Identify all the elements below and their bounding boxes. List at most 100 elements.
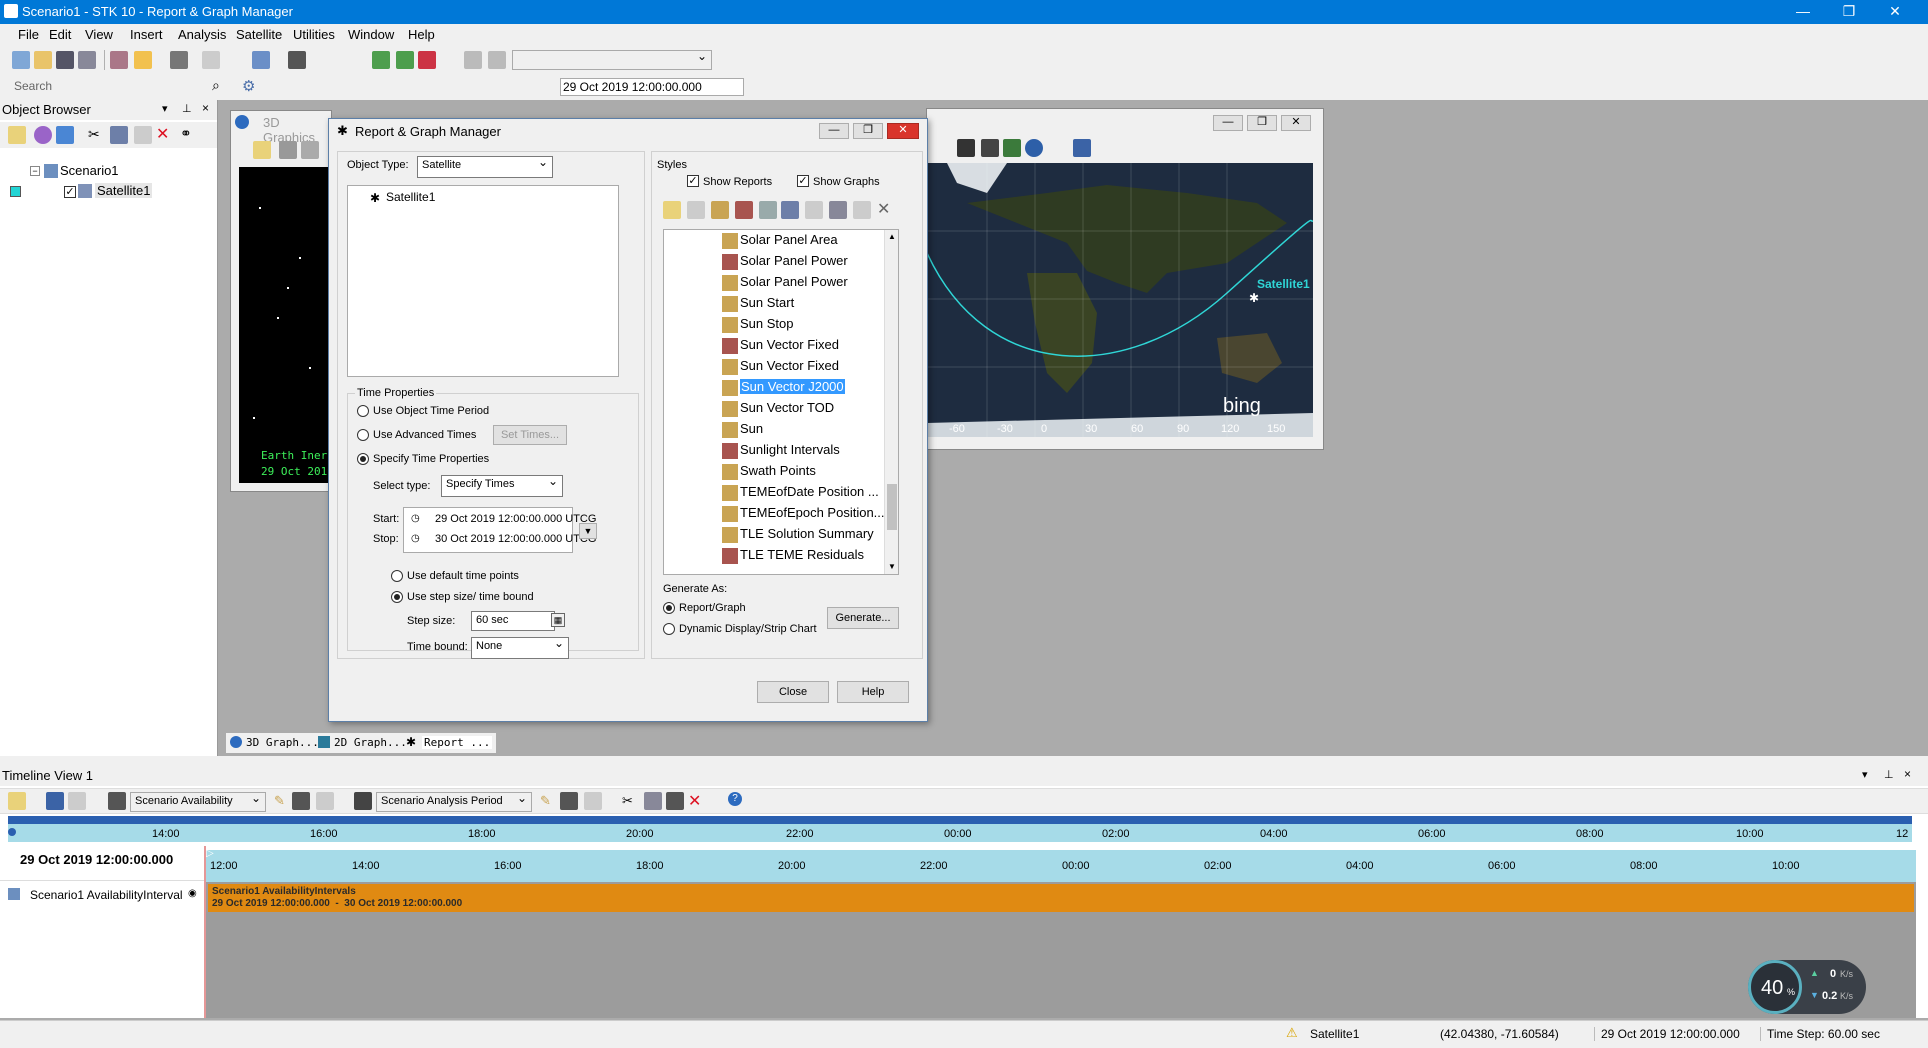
map-minimize-button[interactable]: —: [1213, 115, 1243, 131]
menu-analysis[interactable]: Analysis: [178, 27, 226, 42]
delete-icon[interactable]: ✕: [156, 124, 169, 144]
delete-style-icon[interactable]: ✕: [877, 199, 890, 219]
object-tools-icon[interactable]: [252, 51, 270, 69]
style-item[interactable]: Sun Vector Fixed: [722, 337, 839, 358]
help-icon[interactable]: ?: [728, 792, 742, 806]
dialog-help-button[interactable]: Help: [837, 681, 909, 703]
satellite-marker-icon[interactable]: ✱: [1249, 291, 1259, 305]
use-advanced-times-radio[interactable]: [357, 429, 369, 441]
menu-help[interactable]: Help: [408, 27, 435, 42]
timeline-cut-icon[interactable]: ✂: [622, 793, 633, 809]
style-item[interactable]: Sun Vector TOD: [722, 400, 834, 421]
cut-style-icon[interactable]: [805, 201, 823, 219]
availability-interval-bar[interactable]: Scenario1 AvailabilityIntervals 29 Oct 2…: [208, 884, 1914, 912]
tab-3d-graphics[interactable]: 3D Graph...: [246, 736, 319, 749]
select-type-dropdown[interactable]: Specify Times: [441, 475, 563, 497]
close-button[interactable]: ✕: [1872, 0, 1918, 24]
graphics-3d-window[interactable]: 3D Graphics Earth Inert 29 Oct 2019: [230, 110, 332, 492]
open-folder-icon[interactable]: [34, 51, 52, 69]
timeline-detail-ruler[interactable]: ▷ 12:00 14:00 16:00 18:00 20:00 22:00 00…: [206, 848, 1916, 882]
minimize-button[interactable]: —: [1780, 0, 1826, 24]
satellite-visibility-checkbox[interactable]: ✓: [64, 186, 76, 198]
panel-close-icon[interactable]: ×: [202, 101, 209, 115]
dialog-minimize-button[interactable]: —: [819, 123, 849, 139]
lightbulb-icon[interactable]: [134, 51, 152, 69]
map-close-button[interactable]: ✕: [1281, 115, 1311, 131]
color-filter-icon[interactable]: [34, 126, 52, 144]
paste-style-icon[interactable]: [853, 201, 871, 219]
timeline-pin-icon[interactable]: ⊥: [1884, 768, 1894, 781]
style-item[interactable]: Solar Panel Power: [722, 253, 848, 274]
style-item[interactable]: Sun Start: [722, 295, 794, 316]
show-reports-checkbox[interactable]: ✓: [687, 175, 699, 187]
style-item[interactable]: TLE TEME Residuals: [722, 547, 864, 568]
timeline-link-icon[interactable]: [68, 792, 86, 810]
object-list[interactable]: ✱ Satellite1: [347, 185, 619, 377]
animation-time-field[interactable]: 29 Oct 2019 12:00:00.000: [560, 78, 744, 96]
warning-icon[interactable]: ⚠: [1286, 1025, 1298, 1041]
zoom-icon[interactable]: [301, 141, 319, 159]
menu-edit[interactable]: Edit: [49, 27, 71, 42]
tab-report[interactable]: Report ...: [422, 736, 493, 749]
style-item[interactable]: Sun Stop: [722, 316, 794, 337]
new-timeline-icon[interactable]: [8, 792, 26, 810]
analysis-period-icon[interactable]: [354, 792, 372, 810]
new-scenario-icon[interactable]: [12, 51, 30, 69]
stop-time-field[interactable]: 30 Oct 2019 12:00:00.000 UTCG: [435, 533, 596, 545]
dialog-close-action-button[interactable]: Close: [757, 681, 829, 703]
menu-satellite[interactable]: Satellite: [236, 27, 282, 42]
overview-start-handle[interactable]: [8, 828, 16, 836]
tab-2d-graphics[interactable]: 2D Graph...: [334, 736, 407, 749]
new-style-icon[interactable]: [663, 201, 681, 219]
style-item[interactable]: Swath Points: [722, 463, 816, 484]
zoom-out-icon[interactable]: [488, 51, 506, 69]
style-item[interactable]: Solar Panel Area: [722, 232, 838, 253]
time-bound-dropdown[interactable]: None: [471, 637, 569, 659]
access-icon[interactable]: [372, 51, 390, 69]
new-graph-icon[interactable]: [735, 201, 753, 219]
timeline-close-icon[interactable]: ×: [1904, 767, 1911, 781]
styles-scrollbar[interactable]: ▲ ▼: [884, 230, 898, 574]
tree-item-scenario[interactable]: Scenario1: [60, 163, 119, 178]
object-type-dropdown[interactable]: Satellite: [417, 156, 553, 178]
tree-item-satellite[interactable]: Satellite1: [95, 183, 153, 198]
check-icon[interactable]: [56, 126, 74, 144]
new-object-icon[interactable]: [253, 141, 271, 159]
report-graph-radio[interactable]: [663, 602, 675, 614]
style-item[interactable]: Solar Panel Power: [722, 274, 848, 295]
styles-list[interactable]: Solar Panel Area Solar Panel Power Solar…: [663, 229, 899, 575]
view-selector-dropdown[interactable]: [512, 50, 712, 70]
menu-window[interactable]: Window: [348, 27, 394, 42]
menu-file[interactable]: File: [18, 27, 39, 42]
dialog-close-button[interactable]: ✕: [887, 123, 919, 139]
object-list-item[interactable]: Satellite1: [386, 190, 435, 204]
link-icon[interactable]: [396, 51, 414, 69]
menu-view[interactable]: View: [85, 27, 113, 42]
scroll-up-icon[interactable]: ▲: [888, 232, 896, 241]
graphics-3d-view[interactable]: Earth Inert 29 Oct 2019: [239, 167, 329, 483]
report-icon[interactable]: [202, 51, 220, 69]
specify-time-properties-radio[interactable]: [357, 453, 369, 465]
map-zoom-icon[interactable]: [957, 139, 975, 157]
set-times-button[interactable]: Set Times...: [493, 425, 567, 445]
analysis-period-dropdown[interactable]: Scenario Analysis Period: [376, 792, 532, 812]
save-icon[interactable]: [56, 51, 74, 69]
step-size-field[interactable]: 60 sec: [471, 611, 555, 631]
save-as-icon[interactable]: [78, 51, 96, 69]
style-item[interactable]: TEMEofDate Position ...: [722, 484, 879, 505]
map-properties-icon[interactable]: [1073, 139, 1091, 157]
style-item-selected[interactable]: Sun Vector J2000: [722, 379, 845, 400]
timeline-delete-icon[interactable]: ✕: [688, 791, 701, 811]
menu-utilities[interactable]: Utilities: [293, 27, 335, 42]
style-item[interactable]: TEMEofEpoch Position...: [722, 505, 885, 526]
show-graphs-checkbox[interactable]: ✓: [797, 175, 809, 187]
map-globe-icon[interactable]: [1025, 139, 1043, 157]
use-default-time-points-radio[interactable]: [391, 570, 403, 582]
menu-insert[interactable]: Insert: [130, 27, 163, 42]
analysis-tools-icon[interactable]: [288, 51, 306, 69]
period-refresh-icon[interactable]: [584, 792, 602, 810]
style-item[interactable]: Sunlight Intervals: [722, 442, 840, 463]
timeline-overview-ruler[interactable]: 14:00 16:00 18:00 20:00 22:00 00:00 02:0…: [8, 824, 1912, 842]
binoculars-icon[interactable]: ⚭: [180, 125, 192, 142]
start-time-field[interactable]: 29 Oct 2019 12:00:00.000 UTCG: [435, 513, 596, 525]
